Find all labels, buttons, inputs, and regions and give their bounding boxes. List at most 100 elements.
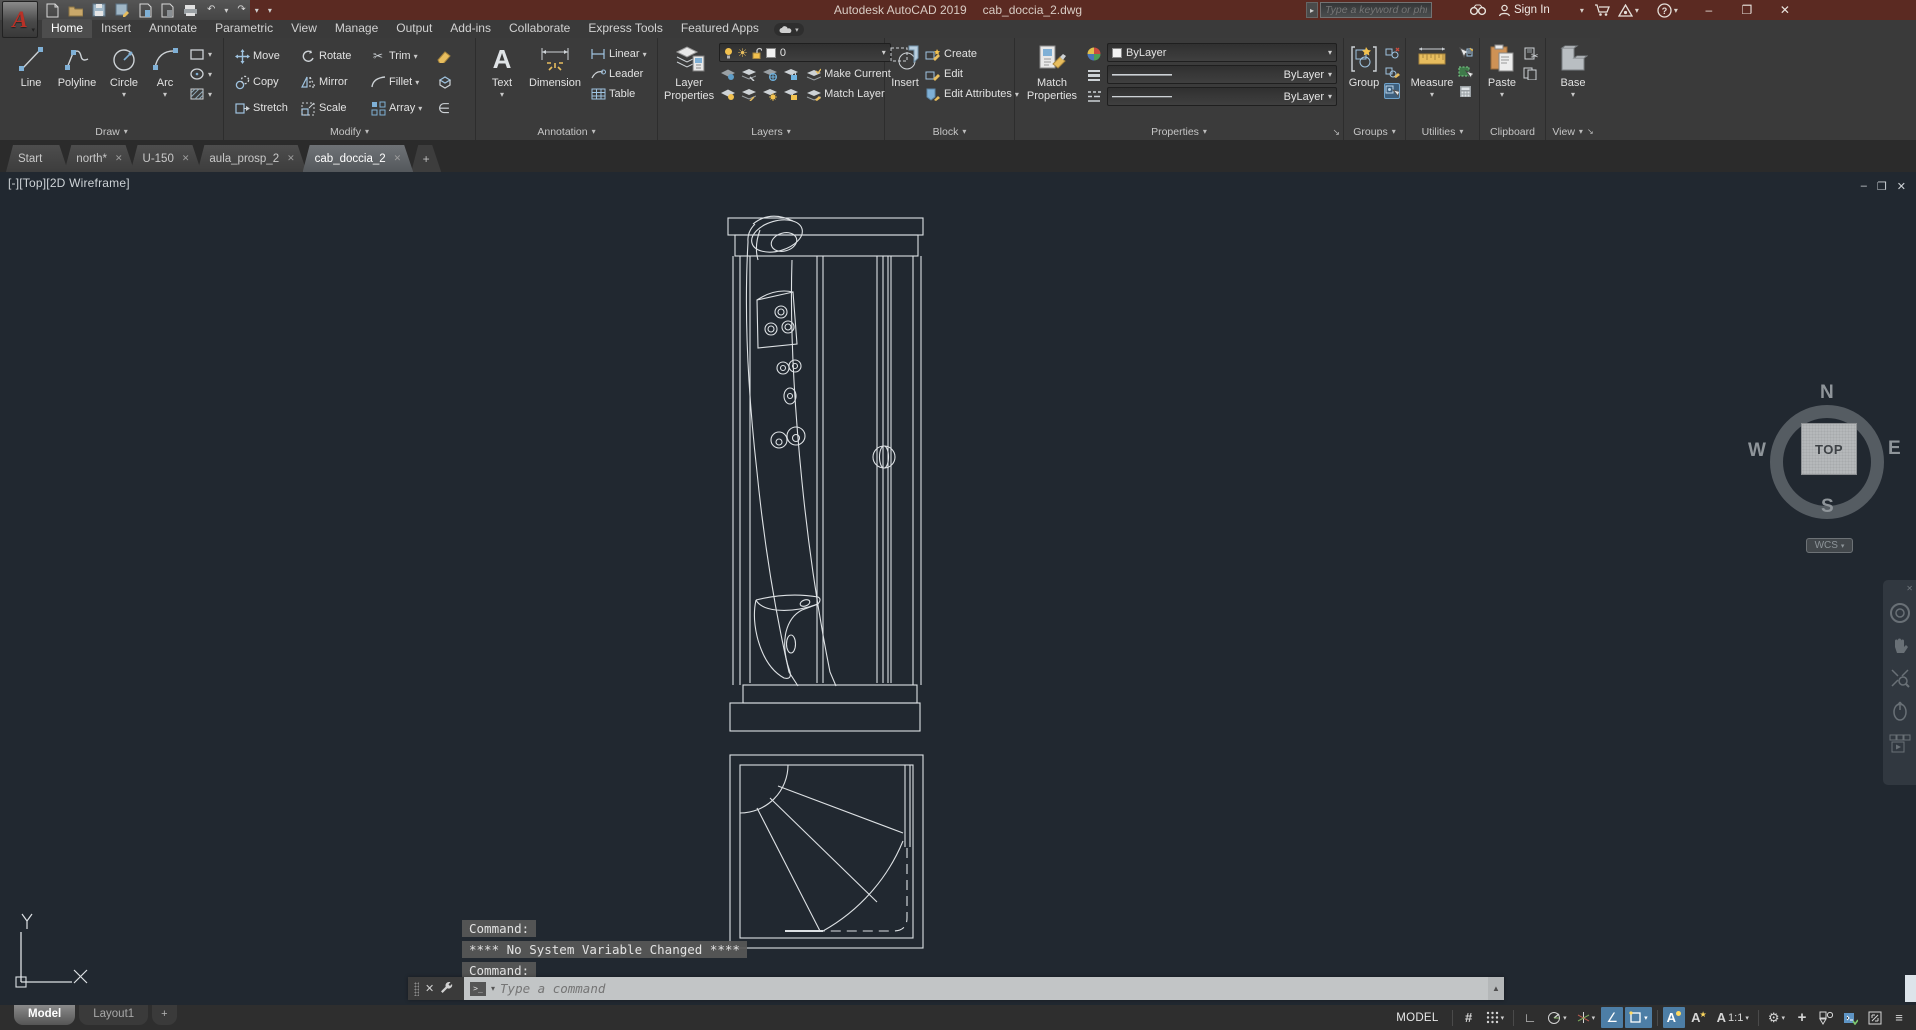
- table-button[interactable]: Table: [590, 86, 647, 102]
- base-button[interactable]: Base ▾: [1551, 43, 1595, 123]
- open-file-icon[interactable]: [68, 3, 83, 18]
- lineweight-icon[interactable]: [1086, 67, 1102, 83]
- undo-caret-icon[interactable]: ▾: [224, 6, 228, 15]
- command-bar[interactable]: ✕ >_ ▾ ▲: [408, 977, 1504, 1000]
- copy-clip-button[interactable]: [1522, 65, 1538, 81]
- array-button[interactable]: Array ▾: [370, 100, 436, 116]
- new-file-icon[interactable]: [46, 3, 59, 18]
- file-tab-cab-doccia-2[interactable]: cab_doccia_2 ✕: [303, 145, 414, 172]
- close-tab-icon[interactable]: ✕: [394, 153, 402, 164]
- lineweight-dropdown[interactable]: ByLayer ▾: [1107, 65, 1337, 84]
- save-icon[interactable]: [92, 3, 106, 18]
- measure-button[interactable]: Measure ▾: [1409, 43, 1455, 123]
- move-button[interactable]: Move: [234, 48, 300, 64]
- ungroup-button[interactable]: [1384, 45, 1400, 61]
- quick-properties-toggle[interactable]: [1815, 1007, 1837, 1028]
- tab-add-ins[interactable]: Add-ins: [441, 19, 500, 38]
- quick-calculator-button[interactable]: [1457, 83, 1473, 99]
- viewcube-south[interactable]: S: [1821, 496, 1834, 518]
- arc-button[interactable]: Arc ▾: [147, 43, 183, 123]
- polyline-button[interactable]: Polyline: [53, 43, 101, 123]
- panel-label-annotation[interactable]: Annotation ▾: [476, 124, 657, 139]
- graphics-performance-toggle[interactable]: [1839, 1007, 1862, 1028]
- new-tab-button[interactable]: +: [411, 145, 441, 172]
- layer-properties-button[interactable]: Layer Properties: [664, 43, 714, 123]
- clean-screen-toggle[interactable]: [1864, 1007, 1886, 1028]
- save-as-icon[interactable]: [115, 3, 130, 18]
- command-customize-wrench-icon[interactable]: [440, 981, 453, 997]
- grid-toggle[interactable]: #: [1458, 1007, 1480, 1028]
- app-store-icon[interactable]: [1617, 0, 1633, 20]
- rotate-button[interactable]: Rotate: [300, 48, 370, 64]
- save-to-web-icon[interactable]: [161, 3, 174, 18]
- close-tab-icon[interactable]: ✕: [115, 153, 123, 164]
- command-drag-grip[interactable]: [414, 981, 419, 996]
- erase-button[interactable]: [436, 48, 452, 64]
- line-button[interactable]: Line: [11, 43, 51, 123]
- cut-button[interactable]: ✂: [1522, 45, 1538, 61]
- annotation-visibility-toggle[interactable]: A: [1662, 1007, 1686, 1028]
- tab-manage[interactable]: Manage: [326, 19, 387, 38]
- help-caret-icon[interactable]: ▾: [1674, 6, 1678, 15]
- quick-select-button[interactable]: [1457, 45, 1473, 61]
- close-tab-icon[interactable]: ✕: [287, 153, 295, 164]
- panel-label-block[interactable]: Block ▾: [885, 124, 1014, 139]
- qat-customize-icon[interactable]: ▾: [268, 6, 272, 15]
- viewcube-east[interactable]: E: [1888, 438, 1901, 460]
- copy-button[interactable]: Copy: [234, 74, 300, 90]
- paste-button[interactable]: Paste ▾: [1484, 43, 1520, 123]
- restore-button[interactable]: ❐: [1732, 3, 1762, 17]
- make-current-button[interactable]: Make Current: [805, 66, 891, 82]
- group-edit-button[interactable]: [1384, 64, 1400, 80]
- zoom-extents-icon[interactable]: [1890, 668, 1910, 691]
- file-tab-u150[interactable]: U-150 ✕: [131, 145, 202, 172]
- viewcube-west[interactable]: W: [1748, 440, 1766, 462]
- overkill-button[interactable]: ∈: [436, 100, 452, 116]
- orbit-icon[interactable]: [1890, 700, 1910, 725]
- navigation-wheel-icon[interactable]: [1889, 602, 1911, 627]
- plot-icon[interactable]: [183, 3, 198, 18]
- showmotion-icon[interactable]: [1889, 734, 1911, 757]
- search-binoculars-icon[interactable]: [1470, 0, 1486, 20]
- scale-button[interactable]: Scale: [300, 100, 370, 116]
- select-similar-button[interactable]: [1457, 64, 1473, 80]
- tab-view[interactable]: View: [282, 19, 326, 38]
- search-expand-icon[interactable]: ▸: [1306, 2, 1318, 18]
- file-tab-start[interactable]: Start: [6, 145, 68, 172]
- drawing-area[interactable]: [-][Top][2D Wireframe] – ❐ ✕ N W E S TOP…: [0, 172, 1916, 1005]
- sign-in-caret-icon[interactable]: ▾: [1580, 6, 1584, 15]
- tab-express-tools[interactable]: Express Tools: [579, 19, 671, 38]
- layer-thaw-button[interactable]: [761, 86, 777, 102]
- customization-button[interactable]: ≡: [1888, 1007, 1910, 1028]
- explode-button[interactable]: [436, 74, 452, 90]
- rectangle-tool-button[interactable]: ▾: [189, 46, 212, 62]
- layer-dropdown[interactable]: ☀ 0 ▾: [719, 43, 891, 62]
- wcs-menu[interactable]: WCS ▾: [1806, 538, 1853, 553]
- panel-label-modify[interactable]: Modify ▾: [224, 124, 475, 139]
- panel-label-layers[interactable]: Layers ▾: [658, 124, 884, 139]
- trim-button[interactable]: ✂ Trim ▾: [370, 48, 436, 64]
- group-button[interactable]: Group: [1346, 43, 1382, 123]
- cart-icon[interactable]: [1594, 0, 1610, 20]
- linear-dimension-button[interactable]: Linear ▾: [590, 46, 647, 62]
- object-snap-toggle[interactable]: ▾: [1625, 1007, 1652, 1028]
- panel-label-properties[interactable]: Properties ▾: [1015, 124, 1343, 139]
- hatch-tool-button[interactable]: ▾: [189, 86, 212, 102]
- panel-label-groups[interactable]: Groups ▾: [1344, 124, 1405, 139]
- layer-unlock-button[interactable]: [782, 86, 798, 102]
- dimension-button[interactable]: Dimension: [524, 43, 586, 123]
- cloud-menu-button[interactable]: ▾: [773, 23, 804, 36]
- application-menu-button[interactable]: A ▾: [2, 1, 38, 38]
- match-properties-button[interactable]: Match Properties: [1023, 43, 1081, 123]
- tab-home[interactable]: Home: [42, 19, 93, 38]
- annotation-monitor-toggle[interactable]: +: [1791, 1007, 1813, 1028]
- minimize-button[interactable]: –: [1694, 3, 1724, 17]
- annotation-scale-button[interactable]: A 1:1 ▾: [1713, 1007, 1753, 1028]
- create-block-button[interactable]: Create: [925, 46, 1019, 62]
- insert-button[interactable]: Insert: [889, 43, 921, 123]
- circle-button[interactable]: Circle ▾: [103, 43, 145, 123]
- command-close-icon[interactable]: ✕: [425, 982, 434, 995]
- navbar-close-icon[interactable]: ✕: [1906, 584, 1913, 593]
- viewcube-top-face[interactable]: TOP: [1801, 423, 1857, 475]
- tab-insert[interactable]: Insert: [92, 19, 140, 38]
